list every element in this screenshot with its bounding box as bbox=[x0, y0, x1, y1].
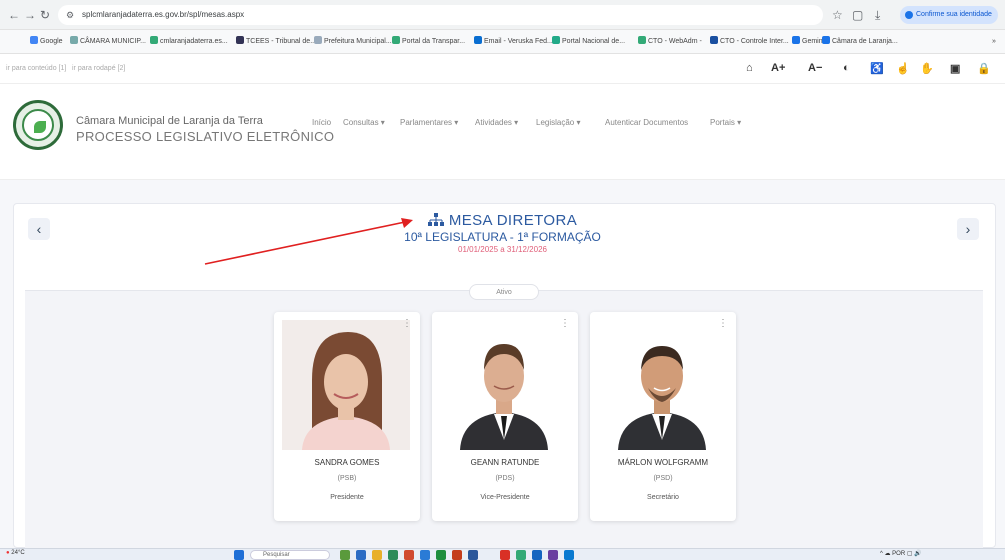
lock-icon[interactable]: 🔒 bbox=[977, 62, 991, 75]
star-icon[interactable]: ☆ bbox=[832, 7, 843, 23]
member-role: Secretário bbox=[647, 494, 679, 501]
skip-to-content-link[interactable]: ir para conteúdo [1] bbox=[6, 65, 66, 72]
font-increase-button[interactable]: A+ bbox=[771, 62, 785, 74]
status-badge: Ativo bbox=[469, 284, 539, 300]
bookmark-item[interactable]: Câmara de Laranja... bbox=[822, 36, 898, 48]
member-card[interactable]: ⋮ SANDRA GOMES (PSB) Presidente bbox=[274, 312, 420, 521]
bookmark-item[interactable]: Prefeitura Municipal... bbox=[314, 36, 392, 48]
excel-icon[interactable] bbox=[436, 550, 446, 560]
windows-taskbar: ● 24°C Pesquisar ^ ☁ POR ▢ 🔊 bbox=[0, 548, 1005, 560]
url-text: splcmlaranjadaterra.es.gov.br/spl/mesas.… bbox=[82, 10, 245, 19]
download-icon[interactable]: ⤓ bbox=[875, 7, 880, 23]
member-photo bbox=[282, 320, 410, 450]
bookmark-item[interactable]: cmlaranjadaterra.es... bbox=[150, 36, 228, 48]
sitemap-icon bbox=[427, 213, 444, 226]
weather-icon: ● bbox=[6, 550, 10, 556]
org-name: Câmara Municipal de Laranja da Terra bbox=[76, 115, 263, 127]
confirm-identity-label: Confirme sua identidade bbox=[916, 11, 992, 18]
nav-inicio[interactable]: Início bbox=[312, 118, 331, 127]
app-icon[interactable] bbox=[356, 550, 366, 560]
sign-language-icon[interactable]: ☝ bbox=[896, 62, 910, 75]
map-icon[interactable]: ▣ bbox=[950, 62, 960, 75]
weather-widget[interactable]: ● 24°C bbox=[6, 550, 25, 556]
member-name: MÁRLON WOLFGRAMM bbox=[617, 458, 709, 467]
nav-legislacao[interactable]: Legislação ▾ bbox=[536, 118, 581, 127]
bookmark-item[interactable]: CÂMARA MUNICIP... bbox=[70, 36, 146, 48]
bookmark-item[interactable]: TCEES - Tribunal de... bbox=[236, 36, 316, 48]
more-bookmarks-icon[interactable]: » bbox=[992, 36, 996, 48]
nav-portais[interactable]: Portais ▾ bbox=[710, 118, 741, 127]
font-decrease-button[interactable]: A− bbox=[808, 62, 822, 74]
app-icon[interactable] bbox=[532, 550, 542, 560]
app-icon[interactable] bbox=[548, 550, 558, 560]
bookmark-item[interactable]: CTO - WebAdm - bbox=[638, 36, 702, 48]
site-header: Câmara Municipal de Laranja da Terra PRO… bbox=[0, 84, 1005, 180]
member-role: Vice-Presidente bbox=[480, 494, 530, 501]
bookmark-item[interactable]: CTO - Controle Inter... bbox=[710, 36, 789, 48]
contrast-icon[interactable]: ◐ bbox=[843, 62, 850, 74]
word-icon[interactable] bbox=[468, 550, 478, 560]
extensions-icon[interactable]: ▢ bbox=[852, 7, 863, 23]
member-role: Presidente bbox=[330, 494, 364, 501]
bookmarks-bar: Google CÂMARA MUNICIP... cmlaranjadaterr… bbox=[0, 30, 1005, 54]
member-photo bbox=[598, 320, 726, 450]
camara-logo[interactable] bbox=[13, 100, 63, 150]
app-icon[interactable] bbox=[420, 550, 430, 560]
bookmark-item[interactable]: Portal Nacional de... bbox=[552, 36, 625, 48]
powerpoint-icon[interactable] bbox=[452, 550, 462, 560]
accessibility-icon[interactable]: ♿ bbox=[870, 62, 884, 75]
member-card[interactable]: ⋮ GEANN RATUNDE (PDS) Vice-Presidente bbox=[432, 312, 578, 521]
page-title: MESA DIRETORA bbox=[0, 212, 1005, 229]
bookmark-item[interactable]: Google bbox=[30, 36, 63, 48]
hand-icon[interactable]: ✋ bbox=[920, 62, 934, 75]
taskbar-search[interactable]: Pesquisar bbox=[250, 550, 330, 560]
member-menu-icon[interactable]: ⋮ bbox=[402, 318, 412, 329]
member-photo bbox=[440, 320, 568, 450]
back-icon[interactable]: ← bbox=[8, 7, 20, 23]
mesa-title: MESA DIRETORA bbox=[448, 212, 578, 229]
browser-toolbar: ← → ↻ ⚙ splcmlaranjadaterra.es.gov.br/sp… bbox=[0, 0, 1005, 30]
accessibility-bar: ir para conteúdo [1] ir para rodapé [2] … bbox=[0, 54, 1005, 84]
app-icon[interactable] bbox=[516, 550, 526, 560]
app-icon[interactable] bbox=[340, 550, 350, 560]
app-icon[interactable] bbox=[388, 550, 398, 560]
system-tray[interactable]: ^ ☁ POR ▢ 🔊 bbox=[880, 550, 922, 557]
member-party: (PSB) bbox=[337, 475, 357, 482]
period-label: 01/01/2025 a 31/12/2026 bbox=[458, 245, 547, 254]
gmail-icon[interactable] bbox=[500, 550, 510, 560]
bookmark-item[interactable]: Portal da Transpar... bbox=[392, 36, 465, 48]
member-menu-icon[interactable]: ⋮ bbox=[718, 318, 728, 329]
legislature-label: 10ª LEGISLATURA - 1ª FORMAÇÃO bbox=[404, 230, 601, 244]
bookmark-item[interactable]: Email - Veruska Fed... bbox=[474, 36, 553, 48]
bookmark-item[interactable]: Gemini bbox=[792, 36, 824, 48]
member-party: (PDS) bbox=[495, 475, 515, 482]
address-bar[interactable]: ⚙ splcmlaranjadaterra.es.gov.br/spl/mesa… bbox=[58, 5, 823, 25]
nav-consultas[interactable]: Consultas ▾ bbox=[343, 118, 385, 127]
nav-parlamentares[interactable]: Parlamentares ▾ bbox=[400, 118, 458, 127]
nav-autenticar[interactable]: Autenticar Documentos bbox=[605, 118, 688, 127]
nav-atividades[interactable]: Atividades ▾ bbox=[475, 118, 518, 127]
profile-icon bbox=[905, 11, 913, 19]
home-icon[interactable]: ⌂ bbox=[746, 62, 753, 74]
start-icon[interactable] bbox=[234, 550, 244, 560]
skip-to-footer-link[interactable]: ir para rodapé [2] bbox=[72, 65, 125, 72]
member-name: SANDRA GOMES bbox=[314, 458, 380, 467]
folder-icon[interactable] bbox=[372, 550, 382, 560]
member-card[interactable]: ⋮ MÁRLON WOLFGRAMM (PSD) Secretário bbox=[590, 312, 736, 521]
confirm-identity-button[interactable]: Confirme sua identidade bbox=[900, 6, 998, 24]
member-menu-icon[interactable]: ⋮ bbox=[560, 318, 570, 329]
chrome-icon[interactable] bbox=[404, 550, 414, 560]
app-icon[interactable] bbox=[564, 550, 574, 560]
site-info-icon[interactable]: ⚙ bbox=[66, 5, 74, 25]
annotation-arrow bbox=[204, 218, 413, 265]
org-subtitle: PROCESSO LEGISLATIVO ELETRÔNICO bbox=[76, 129, 335, 144]
member-name: GEANN RATUNDE bbox=[470, 458, 540, 467]
forward-icon[interactable]: → bbox=[24, 7, 36, 23]
reload-icon[interactable]: ↻ bbox=[40, 7, 50, 23]
member-party: (PSD) bbox=[653, 475, 673, 482]
